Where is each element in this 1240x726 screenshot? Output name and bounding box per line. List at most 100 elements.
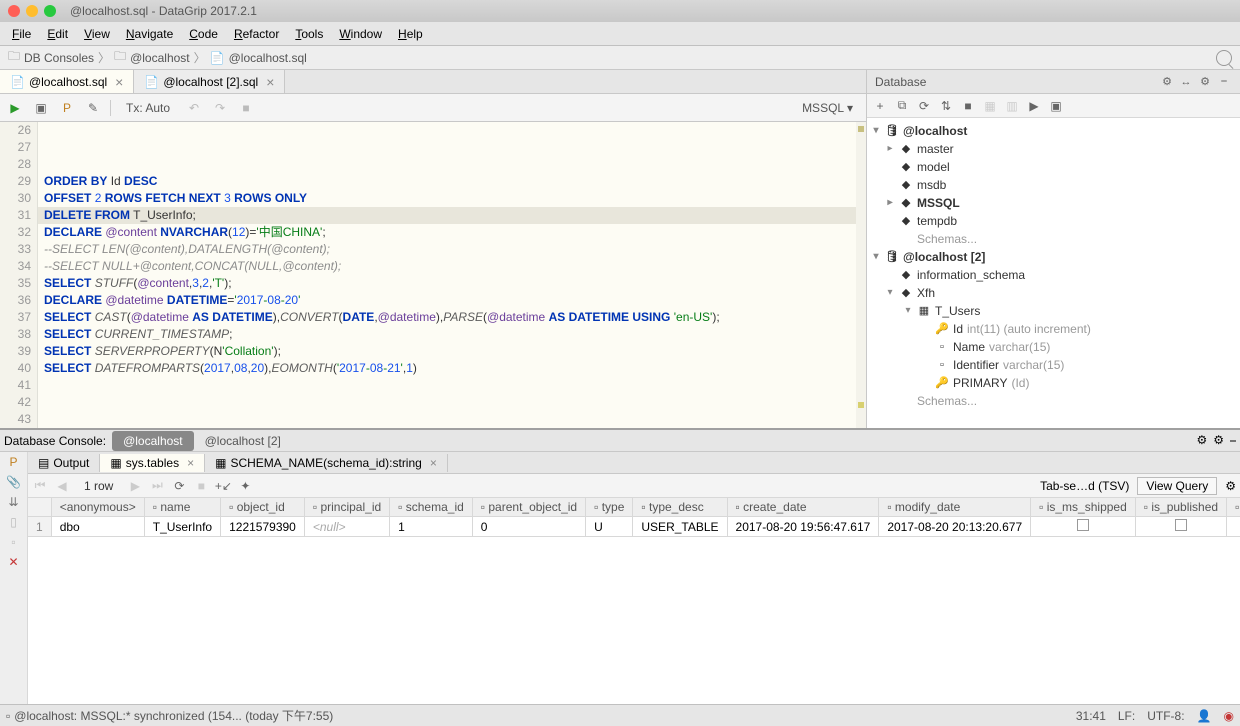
console-tab-localhost2[interactable]: @localhost [2] [194,431,292,451]
result-tab-output[interactable]: ▤Output [28,454,100,472]
export-format-dropdown[interactable]: Tab-se…d (TSV) [1040,479,1129,493]
menu-window[interactable]: Window [331,24,390,44]
breadcrumb-db-consoles[interactable]: DB Consoles [24,51,94,65]
menu-file[interactable]: File [4,24,39,44]
col-anonymous[interactable]: <anonymous> [51,498,144,517]
tree-schema-information[interactable]: ◆information_schema [867,266,1240,284]
cell-principal-id[interactable]: <null> [304,517,389,537]
tree-db-master[interactable]: ▸◆master [867,140,1240,158]
col-is-schem[interactable]: ▫ is_schem [1227,498,1240,517]
settings-icon[interactable]: ⚙ [1225,479,1236,493]
menu-refactor[interactable]: Refactor [226,24,287,44]
result-tab-schema[interactable]: ▦SCHEMA_NAME(schema_id):string× [205,454,448,472]
close-tab-icon[interactable]: × [266,74,274,90]
inspection-icon[interactable]: 👤 [1197,709,1212,723]
col-name[interactable]: ▫ name [144,498,220,517]
cell-is-published[interactable] [1135,517,1226,537]
run-icon[interactable]: ▶ [6,99,24,117]
explain-plan-icon[interactable]: ▣ [32,99,50,117]
close-icon[interactable]: ✕ [6,554,22,570]
panel-settings-icon[interactable]: ⚙ [1159,74,1175,90]
scroll-lock-icon[interactable]: ⇊ [6,494,22,510]
more-icon[interactable]: ▣ [1047,97,1065,115]
grid-data-row[interactable]: 1 dbo T_UserInfo 1221579390 <null> 1 0 U… [28,517,1240,537]
tab-localhost2-sql[interactable]: 📄 @localhost [2].sql × [134,70,285,93]
panel-gear-icon[interactable]: ⚙ [1197,74,1213,90]
col-modify-date[interactable]: ▫ modify_date [879,498,1031,517]
cell-anonymous[interactable]: dbo [51,517,144,537]
code-editor[interactable]: 2627282930313233343536373839404142434445… [0,122,866,428]
menu-navigate[interactable]: Navigate [118,24,181,44]
tree-db-tempdb[interactable]: ◆tempdb [867,212,1240,230]
sync-icon[interactable]: ⇅ [937,97,955,115]
menu-help[interactable]: Help [390,24,431,44]
code-area[interactable]: ORDER BY Id DESCOFFSET 2 ROWS FETCH NEXT… [38,122,856,428]
file-encoding[interactable]: UTF-8: [1147,709,1184,723]
tree-schemas-link[interactable]: Schemas... [867,392,1240,410]
maximize-window-icon[interactable] [44,5,56,17]
col-object-id[interactable]: ▫ object_id [221,498,305,517]
marker-icon[interactable] [858,402,864,408]
panel-settings-icon[interactable]: ⚙ [1196,433,1207,448]
add-datasource-icon[interactable]: + [871,97,889,115]
tx-mode-dropdown[interactable]: Tx: Auto [119,98,177,118]
tree-schemas-link[interactable]: Schemas... [867,230,1240,248]
checkbox-icon[interactable] [1175,519,1187,531]
col-type-desc[interactable]: ▫ type_desc [633,498,727,517]
col-type[interactable]: ▫ type [586,498,633,517]
menu-code[interactable]: Code [181,24,226,44]
settings-icon[interactable]: ✎ [84,99,102,117]
close-tab-icon[interactable]: × [115,74,123,90]
duplicate-icon[interactable]: ⧉ [893,97,911,115]
dialect-dropdown[interactable]: MSSQL ▾ [795,98,860,118]
console-icon[interactable]: ▶ [1025,97,1043,115]
refresh-icon[interactable]: ⟳ [915,97,933,115]
caret-position[interactable]: 31:41 [1076,709,1106,723]
cell-modify-date[interactable]: 2017-08-20 20:13:20.677 [879,517,1031,537]
param-icon[interactable]: P [6,454,22,470]
breadcrumb-localhost[interactable]: @localhost [130,51,190,65]
tree-key-primary[interactable]: 🔑PRIMARY (Id) [867,374,1240,392]
cell-create-date[interactable]: 2017-08-20 19:56:47.617 [727,517,879,537]
result-grid[interactable]: <anonymous> ▫ name ▫ object_id ▫ princip… [28,498,1240,704]
breadcrumb-file[interactable]: @localhost.sql [229,51,307,65]
cell-name[interactable]: T_UserInfo [144,517,220,537]
tree-datasource-localhost2[interactable]: ▾🛢@localhost [2] [867,248,1240,266]
redo-icon[interactable]: ↷ [211,99,229,117]
tree-datasource-localhost[interactable]: ▾🛢@localhost [867,122,1240,140]
error-stripe[interactable] [856,122,866,428]
col-create-date[interactable]: ▫ create_date [727,498,879,517]
tree-column-identifier[interactable]: ▫Identifier varchar(15) [867,356,1240,374]
cell-schema-id[interactable]: 1 [390,517,473,537]
tree-schema-xfh[interactable]: ▾◆Xfh [867,284,1240,302]
col-parent-object-id[interactable]: ▫ parent_object_id [472,498,585,517]
remove-row-icon[interactable]: ✦ [237,478,253,494]
cell-is-schem[interactable] [1227,517,1240,537]
cell-type-desc[interactable]: USER_TABLE [633,517,727,537]
cell-parent-object-id[interactable]: 0 [472,517,585,537]
panel-hide-icon[interactable]: ⎯ [1230,433,1236,448]
panel-hide-icon[interactable]: ⎯ [1216,74,1232,90]
menu-tools[interactable]: Tools [287,24,331,44]
col-schema-id[interactable]: ▫ schema_id [390,498,473,517]
col-is-ms-shipped[interactable]: ▫ is_ms_shipped [1031,498,1136,517]
cell-is-ms-shipped[interactable] [1031,517,1136,537]
close-window-icon[interactable] [8,5,20,17]
add-row-icon[interactable]: +↙ [215,478,231,494]
close-tab-icon[interactable]: × [430,456,437,470]
view-query-button[interactable]: View Query [1137,477,1217,495]
tree-db-model[interactable]: ◆model [867,158,1240,176]
pin-icon[interactable]: 📎 [6,474,22,490]
cell-object-id[interactable]: 1221579390 [221,517,305,537]
panel-collapse-icon[interactable]: ↔ [1178,74,1194,90]
checkbox-icon[interactable] [1077,519,1089,531]
menu-view[interactable]: View [76,24,118,44]
tree-db-mssql[interactable]: ▸◆MSSQL [867,194,1240,212]
col-principal-id[interactable]: ▫ principal_id [304,498,389,517]
cell-type[interactable]: U [586,517,633,537]
minimize-window-icon[interactable] [26,5,38,17]
panel-gear-icon[interactable]: ⚙ [1213,433,1224,448]
tree-db-msdb[interactable]: ◆msdb [867,176,1240,194]
col-is-published[interactable]: ▫ is_published [1135,498,1226,517]
stop-icon[interactable]: ■ [237,99,255,117]
